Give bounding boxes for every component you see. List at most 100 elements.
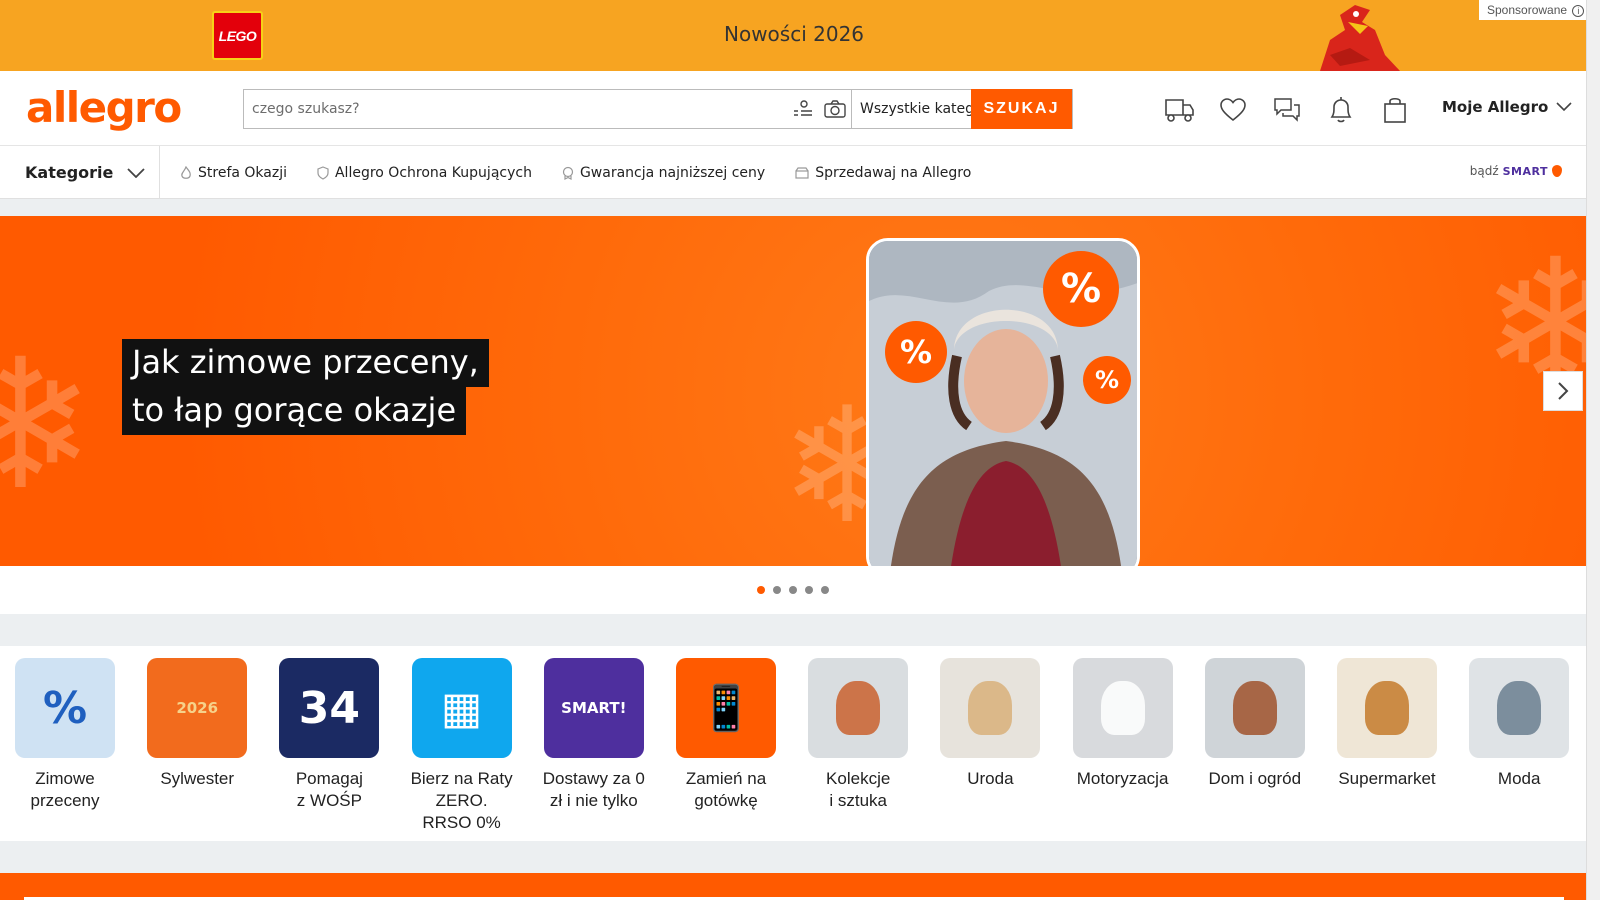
delivery-truck-icon[interactable] xyxy=(1162,93,1196,127)
category-label: Zamień na gotówkę xyxy=(685,769,767,810)
smart-logo-icon xyxy=(1552,165,1562,177)
category-tile[interactable]: Moda xyxy=(1459,658,1579,790)
category-tile[interactable]: Kolekcje i sztuka xyxy=(798,658,918,812)
shopping-bag-icon[interactable] xyxy=(1378,93,1412,127)
search-bar: Wszystkie kategorie xyxy=(243,89,1073,129)
category-product-shape xyxy=(1497,681,1542,735)
category-image: 34 xyxy=(279,658,380,758)
category-image: 2026 xyxy=(147,658,248,758)
category-label: Sylwester xyxy=(160,769,235,788)
nav-link-label: Allegro Ochrona Kupujących xyxy=(334,164,532,181)
lego-logo: LEGO xyxy=(212,11,263,60)
category-glyph: 2026 xyxy=(176,699,219,717)
category-tile[interactable]: 2026 Sylwester xyxy=(137,658,257,790)
banner-title: Nowości 2026 xyxy=(724,22,865,46)
sponsored-tag[interactable]: Sponsorowane i xyxy=(1479,0,1594,20)
category-image: SMART! xyxy=(543,658,644,758)
nav-link-ochrona-kupujacych[interactable]: Allegro Ochrona Kupujących xyxy=(317,165,532,181)
bell-icon[interactable] xyxy=(1324,93,1358,127)
category-product-shape xyxy=(1100,681,1145,735)
category-glyph: % xyxy=(42,682,88,734)
badge-icon xyxy=(562,166,574,180)
category-tile[interactable]: Motoryzacja xyxy=(1063,658,1183,790)
discount-badge: % xyxy=(1083,356,1131,404)
category-image: 📱 xyxy=(676,658,776,758)
search-button[interactable]: SZUKAJ xyxy=(971,89,1072,129)
category-image xyxy=(1072,658,1173,758)
category-tiles: % Zimowe przeceny 2026 Sylwester 34 Pomagaj z… xyxy=(0,646,1586,841)
carousel-pagination xyxy=(0,566,1586,614)
navbar: Kategorie Strefa Okazji Allegro Ochrona … xyxy=(0,146,1586,199)
category-tile[interactable]: 📱 Zamień na gotówkę xyxy=(666,658,786,812)
shield-icon xyxy=(317,165,329,180)
search-input[interactable] xyxy=(244,90,787,128)
category-glyph: 📱 xyxy=(698,683,754,734)
category-image: ▦ xyxy=(411,658,512,758)
heart-icon[interactable] xyxy=(1216,93,1250,127)
category-tile[interactable]: % Zimowe przeceny xyxy=(5,658,125,812)
category-tile[interactable]: ▦ Bierz na Raty ZERO. RRSO 0% xyxy=(402,658,522,834)
category-image xyxy=(1337,658,1437,758)
category-product-shape xyxy=(1365,681,1409,735)
carousel-next-button[interactable] xyxy=(1543,371,1583,411)
nav-link-strefa-okazji[interactable]: Strefa Okazji xyxy=(180,165,287,181)
category-image xyxy=(940,658,1041,758)
discount-badge: % xyxy=(1043,251,1119,327)
category-image xyxy=(1469,658,1570,758)
category-label: Motoryzacja xyxy=(1076,769,1169,788)
categories-menu[interactable]: Kategorie xyxy=(0,146,160,199)
scrollbar[interactable] xyxy=(1586,0,1600,900)
snowflake-icon: ❄ xyxy=(0,325,96,526)
category-label: Moda xyxy=(1497,769,1541,788)
category-label: Dostawy za 0 zł i nie tylko xyxy=(542,769,645,810)
messages-icon[interactable] xyxy=(1270,93,1304,127)
info-icon[interactable]: i xyxy=(1572,5,1585,17)
category-tile[interactable]: 34 Pomagaj z WOŚP xyxy=(269,658,389,812)
camera-icon[interactable] xyxy=(819,90,851,128)
category-label: Supermarket xyxy=(1338,769,1436,788)
smart-prefix: bądź xyxy=(1469,164,1499,178)
chevron-right-icon xyxy=(1558,382,1569,400)
nav-link-sprzedawaj[interactable]: Sprzedawaj na Allegro xyxy=(795,165,971,181)
chevron-down-icon xyxy=(127,167,146,178)
nav-link-label: Strefa Okazji xyxy=(198,164,287,181)
category-glyph: SMART! xyxy=(561,699,627,717)
category-image: % xyxy=(15,658,115,758)
header: allegro Wszystkie kategorie SZUKAJ Moje … xyxy=(0,71,1586,146)
allegro-logo[interactable]: allegro xyxy=(26,83,182,132)
category-label: Zimowe przeceny xyxy=(30,769,100,810)
category-image xyxy=(808,658,909,758)
category-tile[interactable]: SMART! Dostawy za 0 zł i nie tylko xyxy=(534,658,654,812)
shop-icon xyxy=(795,166,809,179)
carousel-dot[interactable] xyxy=(757,586,765,594)
category-tile[interactable]: Supermarket xyxy=(1327,658,1447,790)
carousel-dot[interactable] xyxy=(805,586,813,594)
category-tile[interactable]: Dom i ogród xyxy=(1195,658,1315,790)
nav-link-gwarancja-ceny[interactable]: Gwarancja najniższej ceny xyxy=(562,165,765,181)
carousel-dot[interactable] xyxy=(773,586,781,594)
sponsored-banner[interactable]: LEGO Nowości 2026 Sponsorowane i xyxy=(0,0,1594,71)
search-filters-icon[interactable] xyxy=(787,90,819,128)
carousel-dot[interactable] xyxy=(789,586,797,594)
category-label: Pomagaj z WOŚP xyxy=(295,769,363,810)
hero-line-2: to łap gorące okazje xyxy=(122,387,467,435)
discount-badge: % xyxy=(885,321,947,383)
category-tile[interactable]: Uroda xyxy=(930,658,1050,790)
carousel-dot[interactable] xyxy=(821,586,829,594)
chevron-down-icon xyxy=(1556,102,1572,112)
hero-carousel[interactable]: ❄ ❄ ❄ Jak zimowe przeceny, to łap gorące… xyxy=(0,216,1586,566)
category-label: Bierz na Raty ZERO. RRSO 0% xyxy=(410,769,513,832)
flame-icon xyxy=(181,165,191,179)
category-product-shape xyxy=(968,681,1013,735)
category-label: Kolekcje i sztuka xyxy=(826,769,891,810)
promo-section-band xyxy=(0,873,1586,900)
category-product-shape xyxy=(1232,681,1277,735)
nav-link-label: Gwarancja najniższej ceny xyxy=(579,164,766,181)
smart-brand: SMART xyxy=(1502,164,1548,178)
category-image xyxy=(1204,658,1305,758)
category-label: Dom i ogród xyxy=(1208,769,1302,788)
smart-promo-link[interactable]: bądź SMART xyxy=(1470,164,1562,178)
nav-links: Strefa Okazji Allegro Ochrona Kupujących… xyxy=(180,146,971,199)
my-allegro-menu[interactable]: Moje Allegro xyxy=(1442,98,1572,116)
hero-headline: Jak zimowe przeceny, to łap gorące okazj… xyxy=(122,339,489,435)
